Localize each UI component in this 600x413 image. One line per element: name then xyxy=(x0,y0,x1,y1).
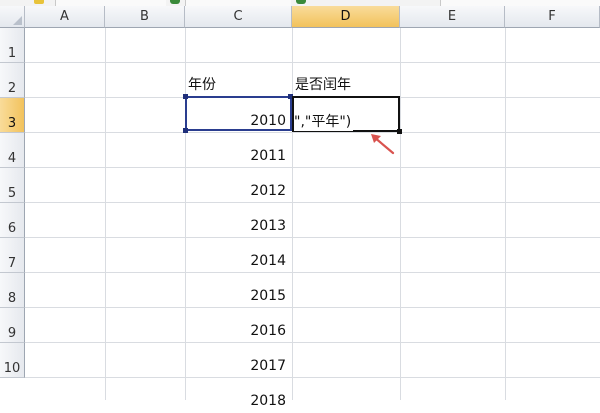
cell-d2-leap-header[interactable]: 是否闰年 xyxy=(292,63,400,98)
column-header-c[interactable]: C xyxy=(185,6,292,28)
annotation-arrow-icon xyxy=(371,134,395,155)
cell-c4-year[interactable]: 2011 xyxy=(185,133,292,168)
reference-handle[interactable] xyxy=(183,94,188,99)
cell-c5-year[interactable]: 2012 xyxy=(185,168,292,203)
spreadsheet: A B C D E F 1 2 3 4 5 6 7 8 9 10 年份 是否闰年… xyxy=(0,0,600,409)
select-all-icon xyxy=(13,16,22,25)
column-header-d[interactable]: D xyxy=(292,6,400,28)
cell-c8-year[interactable]: 2015 xyxy=(185,273,292,308)
fill-handle[interactable] xyxy=(397,129,402,134)
grid-line xyxy=(25,272,600,273)
row-header-10[interactable]: 10 xyxy=(0,343,25,378)
row-header-5[interactable]: 5 xyxy=(0,168,25,203)
row-header-6[interactable]: 6 xyxy=(0,203,25,238)
cell-c7-year[interactable]: 2014 xyxy=(185,238,292,273)
formula-reference-highlight xyxy=(185,96,292,131)
select-all-corner[interactable] xyxy=(0,6,25,28)
row-header-4[interactable]: 4 xyxy=(0,133,25,168)
grid-line xyxy=(400,28,401,400)
cell-c9-year[interactable]: 2016 xyxy=(185,308,292,343)
row-header-8[interactable]: 8 xyxy=(0,273,25,308)
grid-line xyxy=(25,202,600,203)
column-header-e[interactable]: E xyxy=(400,6,505,28)
excel-icon xyxy=(170,0,180,4)
column-header-f[interactable]: F xyxy=(505,6,600,28)
grid-line xyxy=(25,307,600,308)
cell-c6-year[interactable]: 2013 xyxy=(185,203,292,238)
cell-c2-year-header[interactable]: 年份 xyxy=(185,63,292,98)
reference-handle[interactable] xyxy=(183,128,188,133)
grid-line xyxy=(25,342,600,343)
grid-line xyxy=(25,132,600,133)
grid-line xyxy=(25,167,600,168)
cell-c10-year[interactable]: 2017 xyxy=(185,343,292,378)
column-header-a[interactable]: A xyxy=(25,6,105,28)
row-header-3[interactable]: 3 xyxy=(0,98,25,133)
cell-c11-year[interactable]: 2018 xyxy=(185,378,292,413)
grid-line xyxy=(105,28,106,400)
row-header-7[interactable]: 7 xyxy=(0,238,25,273)
row-header-9[interactable]: 9 xyxy=(0,308,25,343)
grid-line xyxy=(25,377,600,378)
cell-d3-formula-text[interactable]: ","平年") xyxy=(294,111,354,131)
row-header-2[interactable]: 2 xyxy=(0,63,25,98)
column-header-b[interactable]: B xyxy=(105,6,185,28)
grid-line xyxy=(505,28,506,400)
folder-icon xyxy=(34,0,44,4)
row-header-1[interactable]: 1 xyxy=(0,28,25,63)
excel-icon xyxy=(296,0,306,4)
grid-line xyxy=(25,237,600,238)
